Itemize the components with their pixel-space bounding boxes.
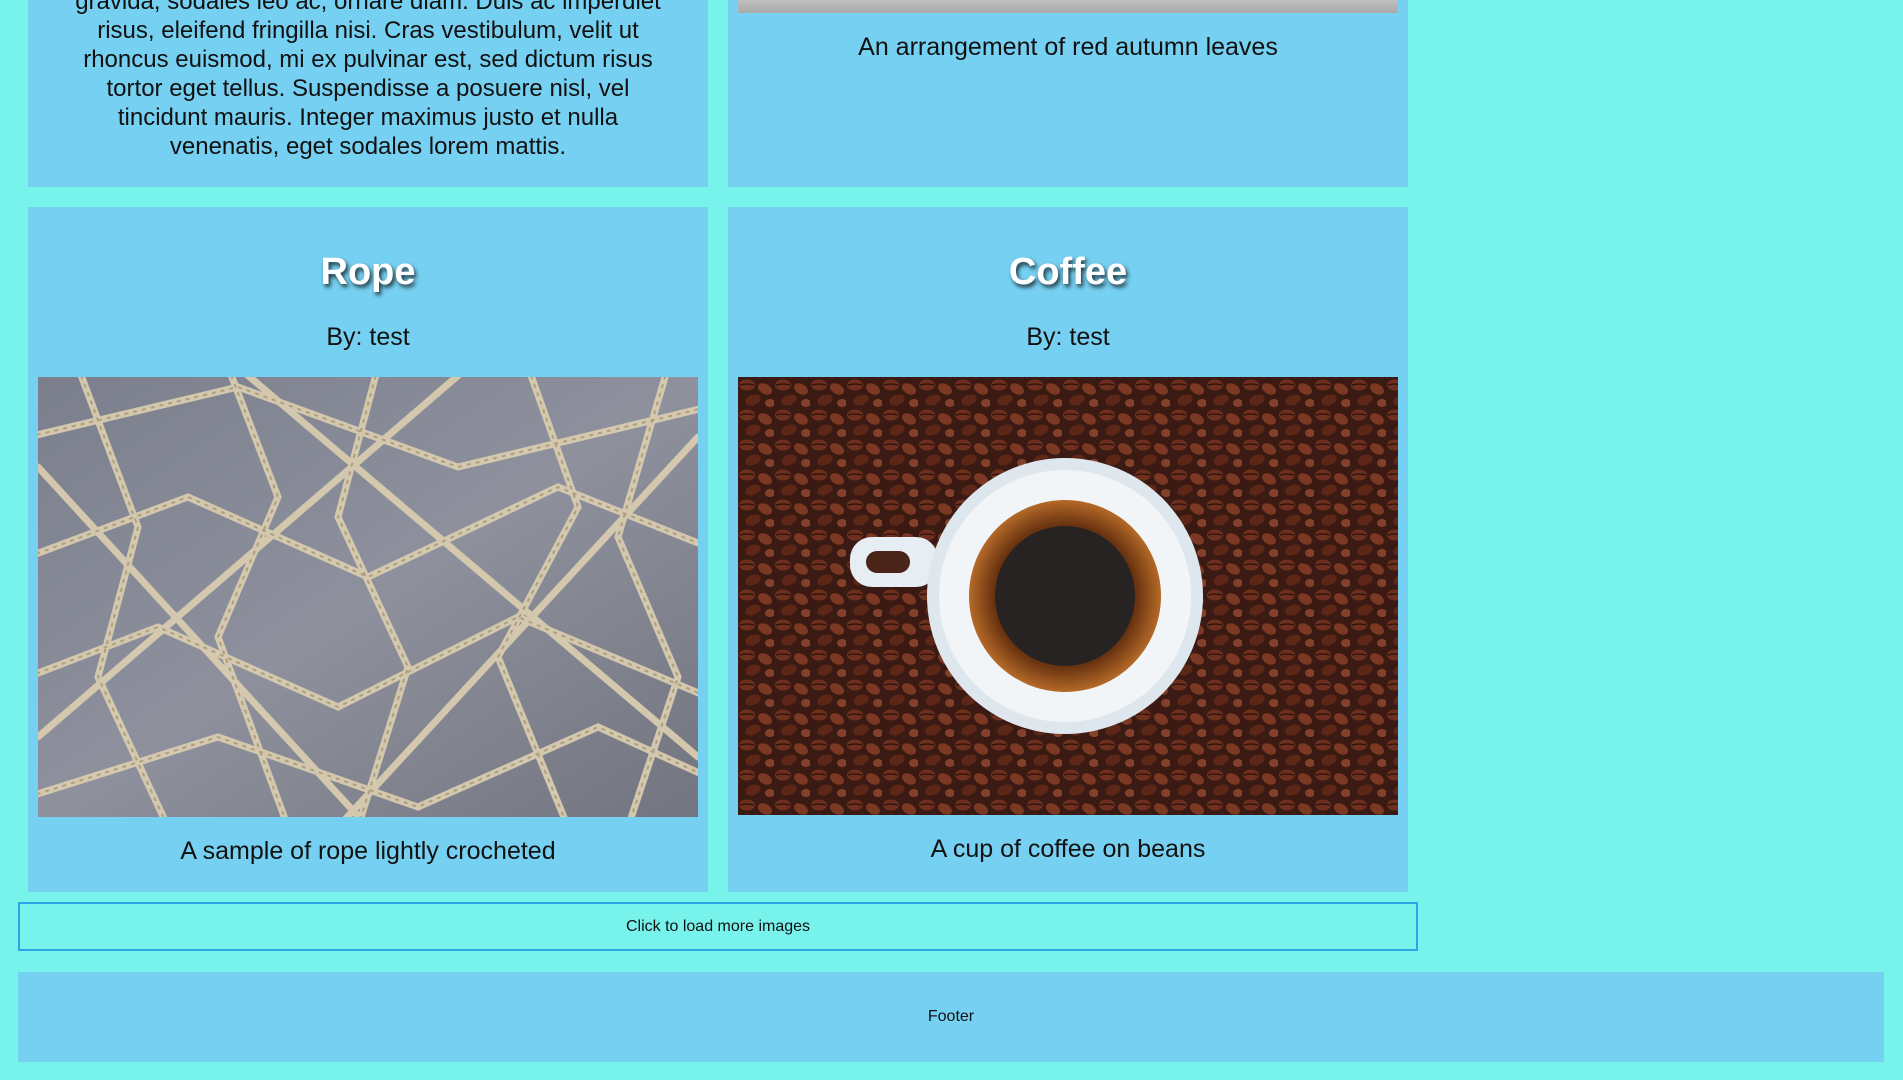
post-author: By: test	[1026, 323, 1110, 351]
post-card-coffee: Coffee By: test A cup of coffee on beans	[728, 207, 1408, 892]
rope-image	[38, 377, 698, 817]
coffee-image	[738, 377, 1398, 815]
footer-label: Footer	[927, 1008, 975, 1025]
post-caption: An arrangement of red autumn leaves	[858, 33, 1278, 61]
post-description: gravida, sodales leo ac, ornare diam. Du…	[75, 0, 661, 160]
post-title: Coffee	[1008, 251, 1128, 293]
post-title: Rope	[320, 251, 416, 293]
post-caption: A sample of rope lightly crocheted	[180, 837, 556, 865]
autumn-leaves-image	[738, 0, 1398, 13]
post-card-autumn-leaves: An arrangement of red autumn leaves	[728, 0, 1408, 187]
post-author: By: test	[326, 323, 410, 351]
post-card-text: gravida, sodales leo ac, ornare diam. Du…	[28, 0, 708, 187]
page: gravida, sodales leo ac, ornare diam. Du…	[0, 0, 1903, 1080]
load-more-button[interactable]: Click to load more images	[18, 902, 1418, 951]
footer: Footer	[18, 972, 1884, 1062]
post-card-rope: Rope By: test A sample of rope lightly c…	[28, 207, 708, 892]
post-caption: A cup of coffee on beans	[930, 835, 1206, 863]
